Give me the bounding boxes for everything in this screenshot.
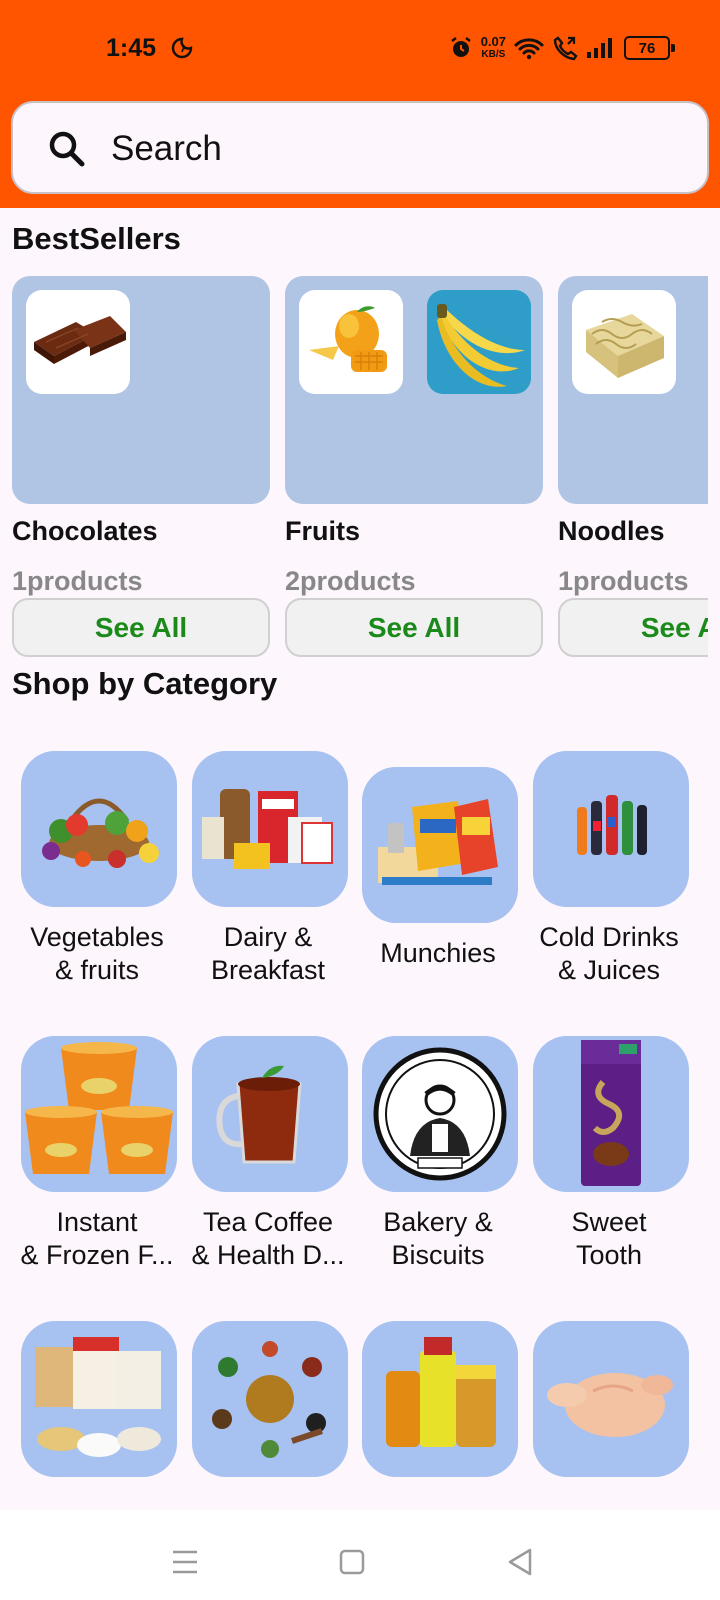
category-tile-vegetables[interactable]: [21, 751, 177, 907]
atta-rice-dal-image: [35, 1337, 161, 1457]
category-tile-cold-drinks[interactable]: [533, 751, 689, 907]
bakers-logo-image: [373, 1047, 507, 1181]
back-icon[interactable]: [500, 1542, 540, 1582]
category-label-line2: & Juices: [557, 955, 661, 985]
status-time: 1:45: [106, 34, 157, 62]
category-label-line1: Bakery &: [383, 1207, 493, 1237]
alarm-icon: [450, 37, 471, 57]
tea-cup-image: [216, 1065, 302, 1164]
bestseller-image-panel: [558, 276, 708, 504]
status-bar: 1:45 0.07 KB/S 76: [0, 0, 720, 96]
speed-unit: KB/S: [481, 49, 506, 60]
dairy-breakfast-image: [202, 789, 333, 869]
mango-thumbnail: [299, 290, 403, 394]
category-label: Cold Drinks & Juices: [522, 921, 696, 987]
category-label-line2: & fruits: [54, 955, 140, 985]
bestseller-name: Noodles: [558, 516, 665, 546]
category-title: Shop by Category: [12, 666, 278, 701]
category-label: Instant & Frozen F...: [10, 1206, 184, 1272]
see-all-button[interactable]: See All: [285, 598, 543, 657]
chocolate-image: [34, 316, 126, 364]
bestseller-image-panel: [285, 276, 543, 504]
category-label: Sweet Tooth: [522, 1206, 696, 1272]
signal-icon: [587, 38, 612, 58]
category-label-line2: Biscuits: [391, 1240, 485, 1270]
status-icons: 0.07 KB/S 76: [449, 30, 675, 66]
bestsellers-title: BestSellers: [12, 221, 181, 256]
category-label-line1: Tea Coffee: [202, 1207, 334, 1237]
spices-image: [212, 1341, 326, 1458]
vegetables-basket-image: [42, 798, 159, 868]
instant-noodles-cups-image: [25, 1042, 173, 1174]
menu-icon[interactable]: [165, 1542, 205, 1582]
search-input[interactable]: Search: [111, 129, 222, 169]
category-label-line2: & Frozen F...: [20, 1240, 174, 1270]
bestseller-name: Fruits: [285, 516, 361, 546]
bestseller-count: 1products: [12, 566, 143, 596]
category-tile-atta-rice[interactable]: [21, 1321, 177, 1477]
bestseller-card-chocolates[interactable]: Chocolates 1products See All: [12, 276, 270, 657]
category-label-line1: Sweet: [571, 1207, 647, 1237]
category-tile-spices[interactable]: [192, 1321, 348, 1477]
search-bar[interactable]: Search: [11, 101, 709, 194]
category-label-line1: Cold Drinks: [539, 922, 679, 952]
category-tile-instant[interactable]: [21, 1036, 177, 1192]
munchies-snacks-image: [378, 799, 498, 885]
category-label-line2: Breakfast: [210, 955, 326, 985]
sauces-spreads-image: [386, 1337, 496, 1447]
category-label: Vegetables & fruits: [10, 921, 184, 987]
cold-drinks-image: [577, 795, 647, 855]
bestsellers-carousel[interactable]: Chocolates 1products See All Fruits 2pro…: [12, 276, 708, 666]
category-tile-munchies[interactable]: [362, 767, 518, 923]
bestseller-image-panel: [12, 276, 270, 504]
call-icon: [553, 36, 578, 61]
bestseller-card-fruits[interactable]: Fruits 2products See All: [285, 276, 543, 657]
app-header: 1:45 0.07 KB/S 76 Search: [0, 0, 720, 208]
category-tile-sauces-spreads[interactable]: [362, 1321, 518, 1477]
see-all-button[interactable]: See All: [12, 598, 270, 657]
category-label: Dairy & Breakfast: [181, 921, 355, 987]
category-label-line1: Munchies: [380, 938, 496, 968]
chocolate-thumbnail: [26, 290, 130, 394]
speed-value: 0.07: [480, 34, 506, 49]
system-navigation-bar: [0, 1510, 720, 1600]
banana-image: [437, 304, 525, 387]
see-all-button[interactable]: See All: [558, 598, 708, 657]
category-label-line2: & Health D...: [191, 1240, 345, 1270]
category-tile-sweet-tooth[interactable]: [533, 1036, 689, 1192]
category-label-line1: Dairy &: [223, 922, 313, 952]
category-label: Munchies: [351, 937, 525, 970]
banana-thumbnail: [427, 290, 531, 394]
dairy-milk-silk-image: [581, 1040, 641, 1186]
bestseller-name: Chocolates: [12, 516, 158, 546]
mango-image: [309, 306, 387, 372]
category-tile-bakery[interactable]: [362, 1036, 518, 1192]
category-label-line1: Vegetables: [30, 922, 164, 952]
home-icon[interactable]: [332, 1542, 372, 1582]
bestseller-count: 1products: [558, 566, 689, 596]
moon-icon: [171, 37, 193, 59]
bestseller-card-noodles[interactable]: Noodles 1products See All: [558, 276, 708, 657]
category-label: Bakery & Biscuits: [351, 1206, 525, 1272]
category-tile-chicken-meat[interactable]: [533, 1321, 689, 1477]
noodles-thumbnail: [572, 290, 676, 394]
wifi-icon: [514, 38, 544, 60]
network-speed: 0.07 KB/S: [481, 35, 506, 61]
bestseller-count: 2products: [285, 566, 416, 596]
raw-chicken-image: [547, 1373, 673, 1437]
search-icon: [49, 131, 85, 167]
category-tile-dairy[interactable]: [192, 751, 348, 907]
category-label-line2: Tooth: [575, 1240, 643, 1270]
category-label-line1: Instant: [56, 1207, 138, 1237]
noodles-image: [586, 314, 664, 378]
category-label: Tea Coffee & Health D...: [181, 1206, 355, 1272]
category-tile-tea-coffee[interactable]: [192, 1036, 348, 1192]
battery-indicator: 76: [624, 36, 675, 60]
